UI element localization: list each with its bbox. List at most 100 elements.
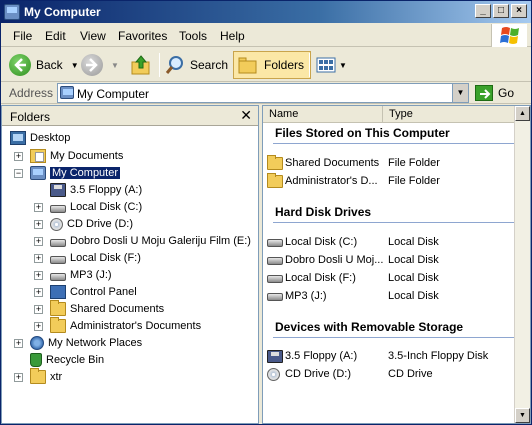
menu-favorites[interactable]: Favorites	[118, 29, 167, 43]
column-header-name[interactable]: Name	[263, 106, 383, 123]
tree-item-my-documents[interactable]: My Documents	[30, 148, 123, 164]
menu-help[interactable]: Help	[220, 29, 245, 43]
folder-icon	[267, 173, 283, 188]
address-field[interactable]: My Computer ▼	[57, 83, 469, 103]
item-name: Local Disk (C:)	[285, 236, 358, 248]
tree-item-shared-documents[interactable]: Shared Documents	[50, 300, 164, 317]
cd-drive-icon	[50, 217, 63, 231]
expand-icon[interactable]: +	[14, 373, 23, 382]
list-item[interactable]: Administrator's D... File Folder	[267, 173, 517, 190]
list-item[interactable]: Local Disk (F:) Local Disk	[267, 271, 517, 287]
list-item[interactable]: 3.5 Floppy (A:) 3.5-Inch Floppy Disk	[267, 349, 517, 365]
hard-disk-icon	[50, 204, 66, 213]
item-type: Local Disk	[388, 236, 439, 248]
tree-item-administrators-documents[interactable]: Administrator's Documents	[50, 317, 201, 334]
tree-item-label: MP3 (J:)	[70, 269, 112, 281]
list-item[interactable]: CD Drive (D:) CD Drive	[267, 367, 517, 383]
tree-item-control-panel[interactable]: Control Panel	[50, 284, 137, 300]
window-title: My Computer	[24, 5, 101, 19]
expand-icon[interactable]: +	[34, 271, 43, 280]
expand-icon[interactable]: +	[34, 254, 43, 263]
expand-icon[interactable]: +	[34, 237, 43, 246]
tree-item-drive-e[interactable]: Dobro Dosli U Moju Galeriju Film (E:)	[50, 233, 251, 249]
tree-item-cd-drive-d[interactable]: CD Drive (D:)	[50, 216, 133, 232]
back-dropdown-icon[interactable]: ▼	[71, 61, 79, 70]
forward-dropdown-icon[interactable]: ▼	[111, 61, 119, 70]
forward-button[interactable]: ▼	[81, 51, 119, 79]
address-value: My Computer	[77, 87, 150, 101]
list-item[interactable]: Dobro Dosli U Moj... Local Disk	[267, 253, 517, 269]
tree-item-desktop[interactable]: Desktop	[10, 130, 70, 146]
tree-item-mp3-j[interactable]: MP3 (J:)	[50, 267, 112, 283]
hard-disk-icon	[267, 275, 283, 283]
search-icon	[164, 54, 186, 76]
close-button[interactable]: ×	[511, 4, 527, 18]
group-title: Devices with Removable Storage	[275, 320, 464, 334]
tree-item-label: My Documents	[50, 150, 124, 162]
up-folder-button[interactable]	[129, 51, 153, 79]
group-divider	[273, 143, 527, 144]
hard-disk-icon	[50, 238, 66, 247]
search-button[interactable]: Search	[164, 51, 228, 79]
vertical-scrollbar[interactable]: ▲ ▼	[514, 106, 530, 423]
go-button[interactable]: Go	[475, 84, 514, 102]
file-list-pane: Name Type Files Stored on This Computer …	[262, 105, 531, 424]
hard-disk-icon	[267, 293, 283, 301]
windows-logo-icon	[491, 24, 527, 47]
back-arrow-icon	[9, 54, 31, 76]
scroll-up-icon[interactable]: ▲	[515, 106, 530, 121]
item-name: MP3 (J:)	[285, 290, 327, 302]
tree-item-recycle-bin[interactable]: Recycle Bin	[30, 352, 104, 368]
tree-item-label: xtr	[50, 371, 63, 383]
tree-item-floppy[interactable]: 3.5 Floppy (A:)	[50, 182, 142, 198]
expand-icon[interactable]: +	[34, 220, 43, 229]
tree-item-local-disk-f[interactable]: Local Disk (F:)	[50, 250, 141, 266]
menu-edit[interactable]: Edit	[45, 29, 66, 43]
tree-item-my-network-places[interactable]: My Network Places	[30, 335, 142, 351]
expand-icon[interactable]: +	[34, 203, 43, 212]
folders-pane-title: Folders	[10, 110, 51, 124]
menu-view[interactable]: View	[80, 29, 106, 43]
expand-icon[interactable]: +	[34, 288, 43, 297]
tree-item-my-computer[interactable]: My Computer	[30, 165, 121, 181]
expand-icon[interactable]: +	[14, 152, 23, 161]
folder-icon	[50, 317, 66, 333]
column-header-type[interactable]: Type	[383, 106, 515, 123]
item-type: CD Drive	[388, 368, 433, 380]
expand-icon[interactable]: +	[14, 339, 23, 348]
item-name: Administrator's D...	[285, 175, 378, 187]
list-item[interactable]: MP3 (J:) Local Disk	[267, 289, 517, 305]
group-divider	[273, 337, 527, 338]
views-dropdown-icon[interactable]: ▼	[339, 61, 347, 70]
views-icon	[315, 55, 337, 75]
folder-icon	[267, 155, 283, 170]
minimize-button[interactable]: _	[475, 4, 491, 18]
folders-pane-header: Folders ✕	[2, 106, 258, 126]
expand-icon[interactable]: +	[34, 305, 43, 314]
views-button[interactable]: ▼	[315, 51, 347, 79]
item-name: Shared Documents	[285, 157, 380, 169]
menu-file[interactable]: File	[13, 29, 32, 43]
folders-icon	[237, 55, 259, 75]
collapse-icon[interactable]: −	[14, 169, 23, 178]
list-item[interactable]: Shared Documents File Folder	[267, 155, 517, 172]
item-type: File Folder	[388, 157, 440, 169]
scroll-down-icon[interactable]: ▼	[515, 408, 530, 423]
tree-item-label: Desktop	[30, 132, 71, 144]
expand-icon[interactable]: +	[34, 322, 43, 331]
menu-tools[interactable]: Tools	[179, 29, 207, 43]
tree-item-label: Local Disk (F:)	[70, 252, 141, 264]
list-item[interactable]: Local Disk (C:) Local Disk	[267, 235, 517, 251]
tree-item-local-disk-c[interactable]: Local Disk (C:)	[50, 199, 142, 215]
folders-button[interactable]: Folders	[233, 51, 312, 79]
address-dropdown-icon[interactable]: ▼	[452, 84, 468, 102]
hard-disk-icon	[267, 239, 283, 247]
recycle-bin-icon	[30, 353, 42, 367]
maximize-button[interactable]: □	[493, 4, 509, 18]
my-documents-icon	[30, 149, 46, 163]
title-bar[interactable]: My Computer _ □ ×	[1, 1, 531, 23]
group-title: Hard Disk Drives	[275, 205, 372, 219]
close-icon[interactable]: ✕	[240, 107, 252, 124]
back-button[interactable]: Back ▼	[9, 51, 79, 79]
tree-item-xtr[interactable]: xtr	[30, 368, 63, 385]
